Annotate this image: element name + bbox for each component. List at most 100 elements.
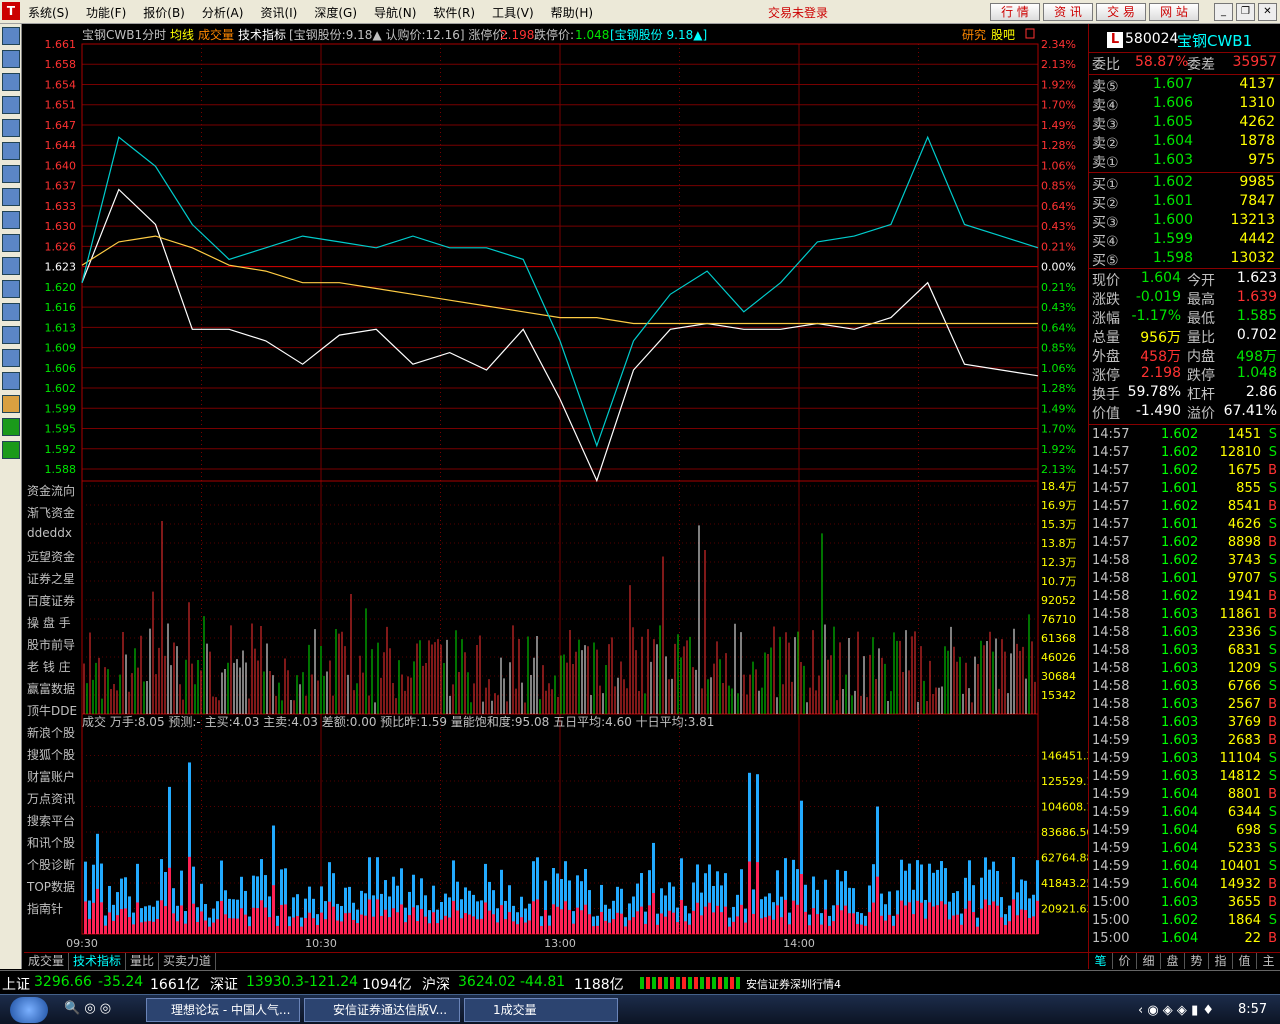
data-link[interactable]: 渐飞资金 [27, 504, 82, 526]
quicklaunch-icons[interactable]: 🔍 ◎ ◎ [64, 1001, 124, 1019]
start-button[interactable] [10, 997, 48, 1023]
tick-row[interactable]: 14:57 1.602 1675 B [1089, 463, 1280, 481]
data-link[interactable]: 操 盘 手 [27, 614, 82, 636]
tick-row[interactable]: 14:59 1.603 2683 B [1089, 733, 1280, 751]
tool-icon[interactable] [2, 349, 20, 367]
tick-row[interactable]: 15:00 1.604 22 B [1089, 931, 1280, 949]
tick-row[interactable]: 14:57 1.602 8898 B [1089, 535, 1280, 553]
forum-link[interactable]: 股吧 [991, 28, 1015, 42]
quote-tab[interactable]: 值 [1233, 953, 1257, 969]
website-button[interactable]: 网 站 [1149, 3, 1199, 21]
arrow-down-icon[interactable] [2, 441, 20, 459]
tab-buy-sell-force[interactable]: 买卖力道 [159, 953, 217, 970]
tool-icon[interactable] [2, 188, 20, 206]
tick-row[interactable]: 14:58 1.603 6831 S [1089, 643, 1280, 661]
tab-indicator[interactable]: 技术指标 [69, 953, 127, 970]
data-link[interactable]: 财富账户 [27, 768, 82, 790]
menu-function[interactable]: 功能(F) [86, 4, 126, 21]
tool-icon[interactable] [2, 372, 20, 390]
news-button[interactable]: 资 讯 [1043, 3, 1093, 21]
intraday-chart[interactable]: 宝钢CWB1分时 均线 成交量 技术指标 [宝钢股份:9.18▲ 认购价:12.… [24, 24, 1088, 969]
tool-icon[interactable] [2, 257, 20, 275]
taskbar-item-tdx[interactable]: 安信证券通达信版V... [304, 998, 460, 1022]
restore-button[interactable]: ❐ [1236, 3, 1255, 21]
data-link[interactable]: 赢富数据 [27, 680, 82, 702]
tick-row[interactable]: 14:57 1.602 12810 S [1089, 445, 1280, 463]
minimize-button[interactable]: _ [1214, 3, 1233, 21]
tick-row[interactable]: 15:00 1.603 3655 B [1089, 895, 1280, 913]
buy-row[interactable]: 买③ 1.600 13213 [1089, 212, 1280, 231]
menu-software[interactable]: 软件(R) [433, 4, 475, 21]
quote-button[interactable]: 行 情 [990, 3, 1040, 21]
menu-help[interactable]: 帮助(H) [551, 4, 593, 21]
tool-icon[interactable] [2, 142, 20, 160]
data-link[interactable]: 和讯个股 [27, 834, 82, 856]
tick-row[interactable]: 14:58 1.603 2567 B [1089, 697, 1280, 715]
tick-row[interactable]: 14:57 1.602 1451 S [1089, 427, 1280, 445]
tick-row[interactable]: 14:58 1.601 9707 S [1089, 571, 1280, 589]
tick-row[interactable]: 14:59 1.603 11104 S [1089, 751, 1280, 769]
quote-tab[interactable]: 细 [1137, 953, 1161, 969]
tool-icon[interactable] [2, 326, 20, 344]
tool-icon[interactable] [2, 234, 20, 252]
tool-icon[interactable] [2, 280, 20, 298]
quote-tab[interactable]: 价 [1113, 953, 1137, 969]
tick-row[interactable]: 14:57 1.601 4626 S [1089, 517, 1280, 535]
tool-icon[interactable] [2, 303, 20, 321]
data-link[interactable]: 老 钱 庄 [27, 658, 82, 680]
tick-row[interactable]: 15:00 1.602 1864 S [1089, 913, 1280, 931]
tick-row[interactable]: 14:58 1.603 11861 B [1089, 607, 1280, 625]
buy-row[interactable]: 买② 1.601 7847 [1089, 193, 1280, 212]
menu-tools[interactable]: 工具(V) [492, 4, 534, 21]
tick-row[interactable]: 14:59 1.604 6344 S [1089, 805, 1280, 823]
tick-row[interactable]: 14:59 1.604 698 S [1089, 823, 1280, 841]
tool-icon[interactable] [2, 96, 20, 114]
menu-depth[interactable]: 深度(G) [314, 4, 357, 21]
trade-button[interactable]: 交 易 [1096, 3, 1146, 21]
volume-label[interactable]: 成交量 [198, 27, 234, 42]
server-name[interactable]: 安信证券深圳行情4 [746, 976, 841, 992]
quote-tab[interactable]: 盘 [1161, 953, 1185, 969]
chart-svg[interactable]: 宝钢CWB1分时 均线 成交量 技术指标 [宝钢股份:9.18▲ 认购价:12.… [24, 24, 1089, 952]
data-link[interactable]: 证券之星 [27, 570, 82, 592]
tick-row[interactable]: 14:58 1.602 1941 B [1089, 589, 1280, 607]
tick-row[interactable]: 14:57 1.602 8541 B [1089, 499, 1280, 517]
index-hs-name[interactable]: 沪深 [422, 974, 450, 994]
quote-tab[interactable]: 笔 [1089, 953, 1113, 969]
sell-row[interactable]: 卖③ 1.605 4262 [1089, 114, 1280, 133]
index-sh-name[interactable]: 上证 [2, 974, 30, 994]
buy-row[interactable]: 买④ 1.599 4442 [1089, 231, 1280, 250]
tool-icon[interactable] [2, 27, 20, 45]
data-link[interactable]: 顶牛DDE [27, 702, 82, 724]
data-link[interactable]: 万点资讯 [27, 790, 82, 812]
indicator-label[interactable]: 技术指标 [238, 27, 286, 42]
expand-icon[interactable] [1025, 28, 1035, 39]
sell-row[interactable]: 卖④ 1.606 1310 [1089, 95, 1280, 114]
tool-icon[interactable] [2, 165, 20, 183]
data-link[interactable]: TOP数据 [27, 878, 82, 900]
close-button[interactable]: ✕ [1258, 3, 1277, 21]
arrow-up-icon[interactable] [2, 418, 20, 436]
data-link[interactable]: 股市前导 [27, 636, 82, 658]
tab-volume-ratio[interactable]: 量比 [126, 953, 160, 970]
tick-row[interactable]: 14:57 1.601 855 S [1089, 481, 1280, 499]
menu-info[interactable]: 资讯(I) [260, 4, 297, 21]
data-link[interactable]: 新浪个股 [27, 724, 82, 746]
tick-row[interactable]: 14:58 1.603 2336 S [1089, 625, 1280, 643]
tab-volume[interactable]: 成交量 [24, 953, 70, 970]
menu-quote[interactable]: 报价(B) [143, 4, 185, 21]
tick-row[interactable]: 14:59 1.603 14812 S [1089, 769, 1280, 787]
data-link[interactable]: 个股诊断 [27, 856, 82, 878]
data-link[interactable]: 搜狐个股 [27, 746, 82, 768]
data-link[interactable]: 指南针 [27, 900, 82, 922]
tick-row[interactable]: 14:58 1.603 3769 B [1089, 715, 1280, 733]
data-link[interactable]: 远望资金 [27, 548, 82, 570]
tray-icons[interactable]: ‹ ◉ ◈ ◈ ▮ ♦ [1138, 1003, 1214, 1018]
quote-tab[interactable]: 势 [1185, 953, 1209, 969]
tick-row[interactable]: 14:59 1.604 14932 B [1089, 877, 1280, 895]
data-link[interactable]: 资金流向 [27, 482, 82, 504]
taskbar-item-forum[interactable]: 理想论坛 - 中国人气... [146, 998, 300, 1022]
tick-row[interactable]: 14:59 1.604 10401 S [1089, 859, 1280, 877]
data-link[interactable]: ddeddx [27, 526, 82, 548]
menu-system[interactable]: 系统(S) [28, 4, 69, 21]
